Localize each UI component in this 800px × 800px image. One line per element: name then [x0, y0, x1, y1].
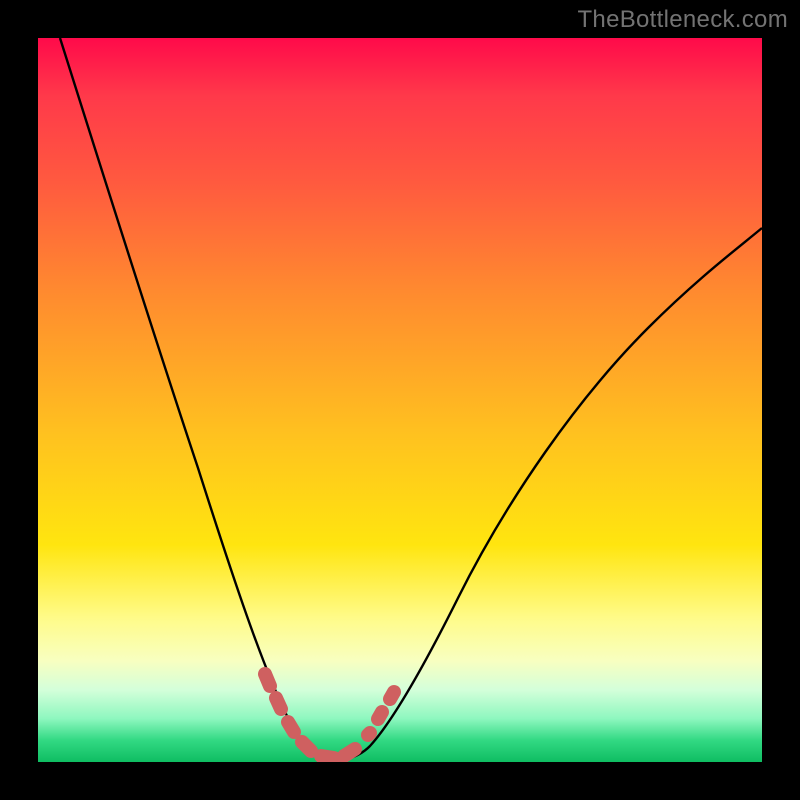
- watermark-text: TheBottleneck.com: [577, 6, 788, 34]
- curve-path: [60, 38, 762, 760]
- highlight-markers: [265, 674, 394, 758]
- bottleneck-curve: [38, 38, 762, 762]
- chart-frame: TheBottleneck.com: [0, 0, 800, 800]
- plot-area: [38, 38, 762, 762]
